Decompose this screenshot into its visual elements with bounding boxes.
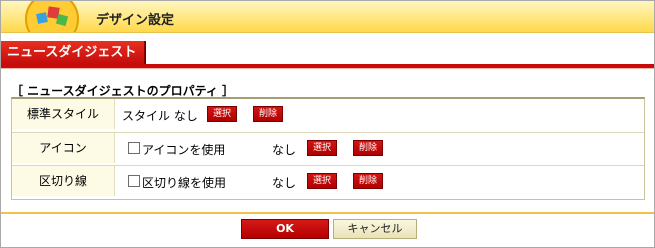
delete-divider-button[interactable]: 削除 bbox=[353, 173, 384, 189]
row-icon: アイコン アイコンを使用 なし 選択 削除 bbox=[12, 132, 644, 163]
row-content: 区切り線を使用 なし 選択 削除 bbox=[114, 166, 644, 196]
footer-divider bbox=[1, 212, 654, 214]
app-logo-icon bbox=[23, 1, 81, 32]
row-label: 区切り線 bbox=[12, 166, 115, 196]
icon-value: なし bbox=[272, 143, 297, 157]
delete-style-button[interactable]: 削除 bbox=[253, 106, 284, 122]
header-bar: デザイン設定 bbox=[1, 1, 654, 33]
tab-strip: ニュースダイジェスト bbox=[1, 41, 654, 72]
use-icon-checkbox[interactable] bbox=[128, 142, 140, 154]
use-icon-label[interactable]: アイコンを使用 bbox=[142, 141, 225, 158]
ok-button[interactable]: OK bbox=[241, 219, 329, 239]
row-content: アイコンを使用 なし 選択 削除 bbox=[114, 133, 644, 163]
use-divider-label[interactable]: 区切り線を使用 bbox=[142, 174, 226, 191]
tab-underline-shadow bbox=[1, 68, 654, 69]
row-label: 標準スタイル bbox=[12, 99, 115, 129]
select-style-button[interactable]: 選択 bbox=[207, 106, 238, 122]
style-value: スタイル なし bbox=[122, 109, 198, 123]
use-divider-checkbox[interactable] bbox=[128, 175, 140, 187]
row-default-style: 標準スタイル スタイル なし 選択 削除 bbox=[12, 99, 644, 129]
tab-news-digest[interactable]: ニュースダイジェスト bbox=[1, 41, 146, 64]
row-label: アイコン bbox=[12, 133, 115, 163]
properties-table: 標準スタイル スタイル なし 選択 削除 アイコン アイコンを使用 なし 選択 … bbox=[11, 97, 645, 200]
page-title: デザイン設定 bbox=[96, 13, 175, 28]
row-divider: 区切り線 区切り線を使用 なし 選択 削除 bbox=[12, 165, 644, 196]
select-icon-button[interactable]: 選択 bbox=[307, 140, 338, 156]
cancel-button[interactable]: キャンセル bbox=[333, 219, 417, 239]
select-divider-button[interactable]: 選択 bbox=[307, 173, 338, 189]
delete-icon-button[interactable]: 削除 bbox=[353, 140, 384, 156]
row-content: スタイル なし 選択 削除 bbox=[114, 99, 644, 129]
design-settings-dialog: デザイン設定 ニュースダイジェスト ［ ニュースダイジェストのプロパティ ］ 標… bbox=[0, 0, 655, 248]
divider-value: なし bbox=[272, 176, 297, 190]
